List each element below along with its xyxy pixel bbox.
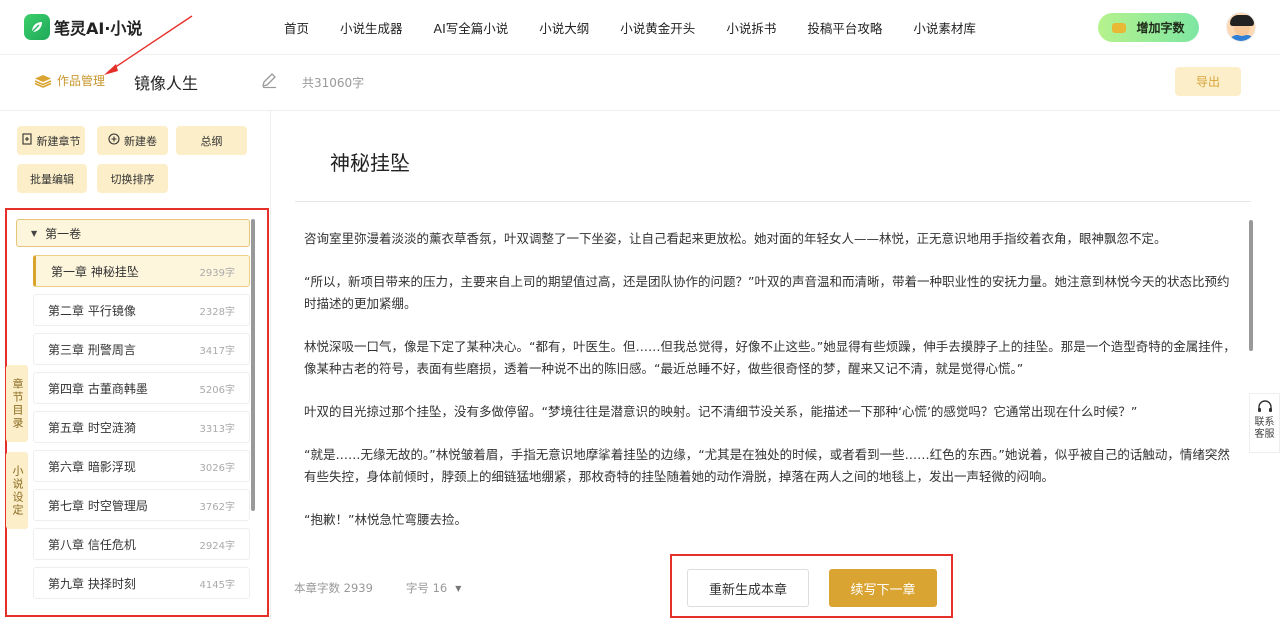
chapter-count: 3026字 — [199, 462, 235, 474]
settings-side-tab-label: 小说设定 — [11, 464, 24, 517]
caret-down-icon: ▼ — [455, 583, 462, 593]
new-file-icon — [21, 133, 33, 148]
chapter-name: 第一章 神秘挂坠 — [51, 264, 139, 279]
chapter-count: 3313字 — [199, 423, 235, 435]
outline-button[interactable]: 总纲 — [176, 126, 247, 155]
batch-edit-button[interactable]: 批量编辑 — [17, 164, 87, 193]
nav-ai-full-novel[interactable]: AI写全篇小说 — [434, 18, 509, 37]
chapter-name: 第三章 刑警周言 — [48, 342, 136, 357]
font-size-label: 字号 16 — [405, 581, 448, 595]
chapter-item[interactable]: 第三章 刑警周言 3417字 — [33, 333, 250, 365]
settings-side-tab[interactable]: 小说设定 — [6, 452, 28, 529]
plus-circle-icon — [108, 133, 120, 148]
paragraph: 咨询室里弥漫着淡淡的薰衣草香氛，叶双调整了一下坐姿，让自己看起来更放松。她对面的… — [304, 231, 1167, 246]
chapter-name: 第五章 时空涟漪 — [48, 420, 136, 435]
chapter-name: 第八章 信任危机 — [48, 537, 136, 552]
chapter-item[interactable]: 第二章 平行镜像 2328字 — [33, 294, 250, 326]
nav-material-library[interactable]: 小说素材库 — [913, 18, 976, 37]
work-word-total: 共31060字 — [302, 76, 365, 90]
nav-novel-generator[interactable]: 小说生成器 — [340, 18, 403, 37]
toggle-sort-button[interactable]: 切换排序 — [97, 164, 168, 193]
chapter-count: 2924字 — [199, 540, 235, 552]
chapter-title[interactable]: 神秘挂坠 — [330, 147, 410, 176]
new-volume-button[interactable]: 新建卷 — [97, 126, 168, 155]
logo-leaf-icon — [24, 14, 50, 40]
chapter-item[interactable]: 第四章 古董商韩墨 5206字 — [33, 372, 250, 404]
chapter-item[interactable]: 第六章 暗影浮现 3026字 — [33, 450, 250, 482]
chapter-item[interactable]: 第五章 时空涟漪 3313字 — [33, 411, 250, 443]
add-words-label: 增加字数 — [1136, 21, 1185, 35]
volume-label: 第一卷 — [45, 226, 82, 241]
headset-icon — [1257, 400, 1272, 412]
chapter-count: 4145字 — [199, 579, 235, 591]
avatar[interactable] — [1226, 12, 1256, 42]
paragraph: 林悦深吸一口气，像是下定了某种决心。“都有，叶医生。但……但我总觉得，好像不止这… — [304, 339, 1236, 376]
coin-icon — [1112, 22, 1127, 33]
chapter-name: 第四章 古董商韩墨 — [48, 381, 148, 396]
chapter-content[interactable]: 咨询室里弥漫着淡淡的薰衣草香氛，叶双调整了一下坐姿，让自己看起来更放松。她对面的… — [304, 228, 1241, 552]
chapter-name: 第六章 暗影浮现 — [48, 459, 136, 474]
chapter-count: 2939字 — [199, 267, 235, 279]
contact-support-label: 联系客服 — [1254, 417, 1275, 440]
contact-support-button[interactable]: 联系客服 — [1249, 393, 1280, 453]
chapter-name: 第九章 抉择时刻 — [48, 576, 136, 591]
nav-book-breakdown[interactable]: 小说拆书 — [726, 18, 776, 37]
chapter-word-count: 本章字数 2939 — [294, 581, 373, 595]
nav-submission-guide[interactable]: 投稿平台攻略 — [807, 18, 882, 37]
toc-side-tab[interactable]: 章节目录 — [6, 365, 28, 442]
paragraph: “所以，新项目带来的压力，主要来自上司的期望值过高，还是团队协作的问题？”叶双的… — [304, 274, 1230, 311]
title-divider — [295, 201, 1251, 202]
chapter-name: 第七章 时空管理局 — [48, 498, 148, 513]
new-chapter-label: 新建章节 — [36, 134, 81, 148]
chapter-count: 3417字 — [199, 345, 235, 357]
continue-next-chapter-button[interactable]: 续写下一章 — [829, 569, 937, 607]
paragraph: “抱歉！”林悦急忙弯腰去捡。 — [304, 512, 467, 527]
toc-scrollbar[interactable] — [251, 219, 255, 511]
edit-pencil-icon[interactable] — [260, 71, 278, 89]
chapter-item[interactable]: 第八章 信任危机 2924字 — [33, 528, 250, 560]
font-size-select[interactable]: 字号 16 ▼ — [406, 580, 461, 596]
chapter-name: 第二章 平行镜像 — [48, 303, 136, 318]
chapter-count: 2328字 — [199, 306, 235, 318]
editor-footer: 本章字数 2939 字号 16 ▼ — [294, 580, 461, 596]
chapter-item[interactable]: 第九章 抉择时刻 4145字 — [33, 567, 250, 599]
main-nav: 首页 小说生成器 AI写全篇小说 小说大纲 小说黄金开头 小说拆书 投稿平台攻略… — [270, 0, 1007, 55]
nav-home[interactable]: 首页 — [284, 18, 309, 37]
works-manage-link[interactable]: 作品管理 — [34, 72, 105, 89]
add-words-button[interactable]: 增加字数 — [1098, 13, 1199, 42]
works-manage-label: 作品管理 — [57, 74, 106, 88]
export-button[interactable]: 导出 — [1175, 67, 1241, 96]
layers-icon — [34, 74, 52, 88]
volume-row[interactable]: ▼ 第一卷 — [16, 219, 250, 247]
paragraph: 叶双的目光掠过那个挂坠，没有多做停留。“梦境往往是潜意识的映射。记不清细节没关系… — [304, 404, 1138, 419]
nav-golden-opening[interactable]: 小说黄金开头 — [620, 18, 695, 37]
content-scrollbar[interactable] — [1249, 220, 1253, 351]
nav-outline[interactable]: 小说大纲 — [539, 18, 589, 37]
new-chapter-button[interactable]: 新建章节 — [17, 126, 85, 155]
chapter-item[interactable]: 第一章 神秘挂坠 2939字 — [33, 255, 250, 287]
regenerate-chapter-button[interactable]: 重新生成本章 — [687, 569, 809, 607]
caret-down-icon: ▼ — [31, 228, 38, 238]
annotation-arrow — [104, 15, 193, 75]
paragraph: “就是……无缘无故的。”林悦皱着眉，手指无意识地摩挲着挂坠的边缘，“尤其是在独处… — [304, 447, 1230, 484]
toc-side-tab-label: 章节目录 — [11, 377, 24, 430]
chapter-item[interactable]: 第七章 时空管理局 3762字 — [33, 489, 250, 521]
chapter-count: 3762字 — [199, 501, 235, 513]
new-volume-label: 新建卷 — [124, 134, 157, 148]
chapter-count: 5206字 — [199, 384, 235, 396]
